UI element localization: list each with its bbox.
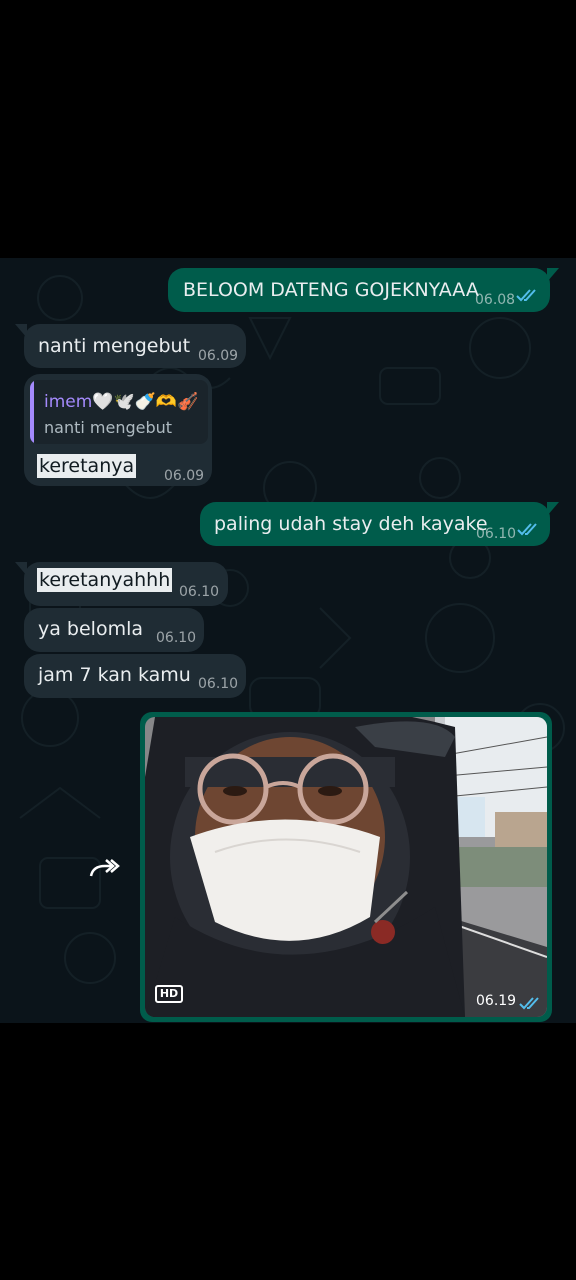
- outgoing-message[interactable]: BELOOM DATENG GOJEKNYAAA 06.08: [168, 268, 559, 312]
- message-time: 06.09: [198, 348, 239, 364]
- message-time: 06.10: [476, 526, 517, 542]
- photo-image[interactable]: HD 06.19: [145, 717, 547, 1017]
- double-check-icon: [519, 997, 539, 1010]
- incoming-message[interactable]: ya belomla 06.10: [24, 608, 204, 652]
- message-text: keretanya: [37, 454, 137, 478]
- quote-accent-bar: [30, 380, 34, 444]
- quote-text: nanti mengebut: [44, 418, 173, 437]
- incoming-message[interactable]: keretanyahhh 06.10: [15, 562, 228, 606]
- message-time: 06.10: [179, 584, 220, 600]
- forward-arrow-icon[interactable]: [88, 856, 120, 880]
- message-text: paling udah stay deh kayake: [214, 513, 488, 535]
- quote-author: imem🤍🕊️🍼🫶🎻: [44, 392, 199, 412]
- double-check-icon: [517, 523, 537, 536]
- message-text: BELOOM DATENG GOJEKNYAAA: [183, 279, 479, 301]
- message-time: 06.10: [198, 676, 239, 692]
- outgoing-photo-message[interactable]: HD 06.19: [140, 712, 552, 1022]
- incoming-message[interactable]: nanti mengebut 06.09: [15, 324, 246, 368]
- hd-badge-icon: HD: [155, 985, 183, 1003]
- incoming-message[interactable]: jam 7 kan kamu 06.10: [24, 654, 246, 698]
- message-text: ya belomla: [38, 618, 144, 640]
- message-text: jam 7 kan kamu: [38, 664, 191, 686]
- message-time: 06.09: [164, 468, 205, 484]
- message-time: 06.10: [156, 630, 197, 646]
- message-time: 06.19: [476, 993, 517, 1009]
- incoming-reply-message[interactable]: imem🤍🕊️🍼🫶🎻 nanti mengebut keretanya 06.0…: [24, 374, 212, 486]
- message-text: nanti mengebut: [38, 335, 191, 357]
- message-text: keretanyahhh: [37, 568, 173, 592]
- message-time: 06.08: [475, 292, 516, 308]
- quoted-message[interactable]: imem🤍🕊️🍼🫶🎻 nanti mengebut: [30, 380, 208, 444]
- outgoing-message[interactable]: paling udah stay deh kayake 06.10: [200, 502, 559, 546]
- double-check-icon: [516, 289, 536, 302]
